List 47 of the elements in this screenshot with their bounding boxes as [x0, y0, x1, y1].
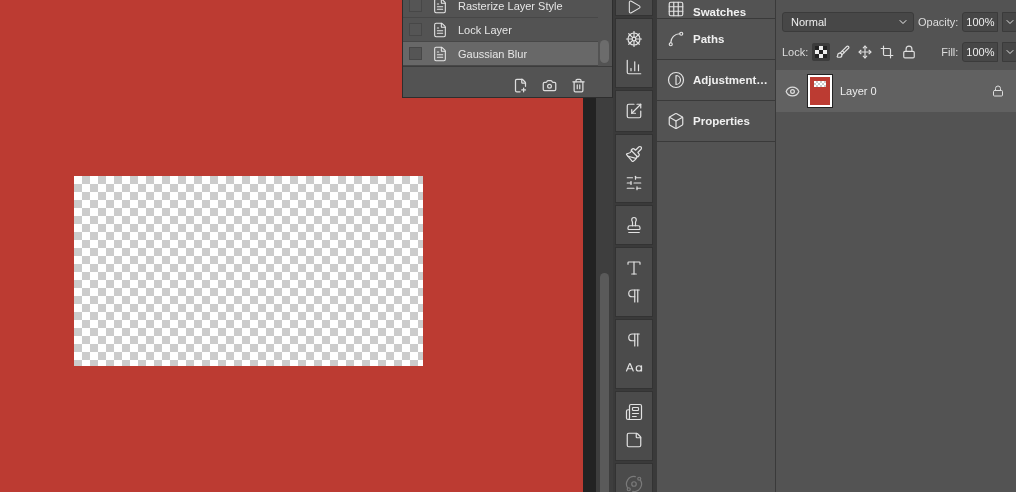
opacity-dropdown[interactable]	[1002, 12, 1016, 32]
layer-row[interactable]: Layer 0	[776, 70, 1016, 112]
fill-field[interactable]: 100%	[962, 42, 999, 62]
scrollbar-thumb[interactable]	[600, 40, 609, 63]
document-icon	[432, 45, 448, 62]
history-item[interactable]: Gaussian Blur	[403, 42, 598, 66]
lock-transparency-button[interactable]	[812, 43, 831, 61]
stamp-icon[interactable]	[625, 216, 643, 234]
panel-tab[interactable]: Adjustment…	[657, 60, 775, 101]
layer-thumbnail	[808, 75, 832, 107]
opacity-field[interactable]: 100%	[962, 12, 999, 32]
panel-tab[interactable]: Properties	[657, 101, 775, 142]
paragraph-styles-icon[interactable]	[625, 330, 643, 349]
histogram-icon[interactable]	[625, 58, 643, 77]
new-document-icon[interactable]	[513, 77, 528, 93]
trash-icon[interactable]	[571, 77, 586, 93]
transform-icon[interactable]	[625, 102, 643, 120]
grid-icon	[667, 0, 685, 18]
cube-icon	[667, 112, 685, 130]
brush-icon[interactable]	[625, 145, 643, 164]
layout-icon[interactable]	[625, 402, 643, 421]
fill-label: Fill:	[941, 46, 959, 58]
wheel-icon[interactable]	[625, 29, 643, 48]
history-item[interactable]: Rasterize Layer Style	[403, 0, 598, 18]
panel-tab[interactable]: Paths	[657, 19, 775, 60]
half-circle-icon	[667, 71, 685, 89]
checkbox[interactable]	[409, 47, 422, 60]
panel-tab-label: Properties	[693, 115, 750, 127]
character-icon[interactable]	[625, 258, 643, 277]
lock-label: Lock:	[782, 46, 809, 58]
camera-icon[interactable]	[542, 77, 557, 93]
scrollbar-thumb[interactable]	[600, 273, 609, 492]
document-icon	[432, 21, 448, 38]
panel-tab[interactable]: Swatches	[657, 0, 775, 19]
paragraph-icon[interactable]	[625, 287, 643, 306]
panel-tab-label: Paths	[693, 33, 725, 45]
document-icon	[432, 0, 448, 14]
path-icon	[667, 30, 685, 48]
sliders-icon[interactable]	[625, 173, 643, 192]
blend-mode-dropdown[interactable]: Normal	[782, 12, 914, 32]
fill-dropdown[interactable]	[1002, 42, 1016, 62]
panel-tab-label: Swatches	[693, 6, 747, 18]
opacity-label: Opacity:	[918, 16, 959, 28]
note-icon[interactable]	[625, 431, 643, 450]
panel-tab-label: Adjustment…	[693, 74, 768, 86]
brush-lock-button[interactable]	[834, 43, 853, 61]
layer-name: Layer 0	[840, 85, 878, 97]
